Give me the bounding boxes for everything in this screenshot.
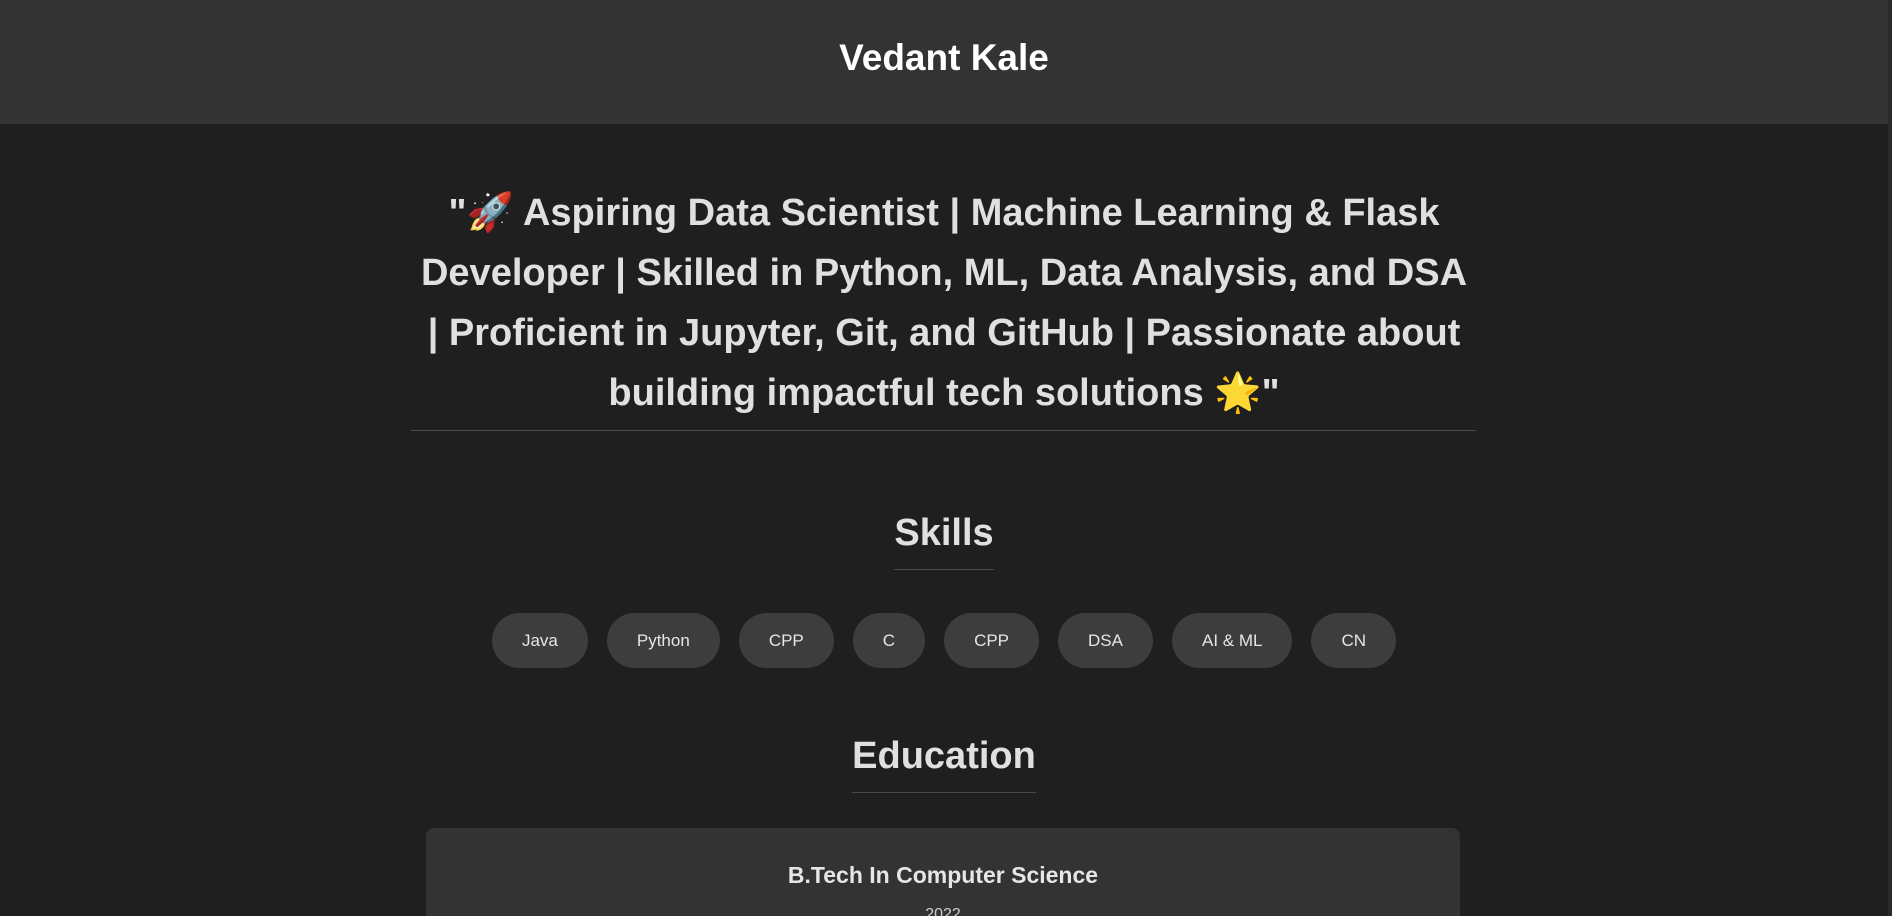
skill-pill-java[interactable]: Java [491, 613, 588, 668]
skills-list: Java Python CPP C CPP DSA AI & ML CN [0, 613, 1888, 668]
skill-pill-cn[interactable]: CN [1311, 613, 1397, 668]
header-name: Vedant Kale [839, 37, 1049, 78]
scrollbar[interactable] [1888, 0, 1892, 916]
skills-section-heading: Skills [0, 512, 1888, 570]
tagline-text: "🚀 Aspiring Data Scientist | Machine Lea… [420, 192, 1468, 414]
skill-pill-python[interactable]: Python [606, 613, 720, 668]
skill-pill-cpp[interactable]: CPP [738, 613, 834, 668]
skill-pill-cpp-2[interactable]: CPP [944, 613, 1040, 668]
skill-pill-ai-ml[interactable]: AI & ML [1172, 613, 1293, 668]
tagline-divider [411, 430, 1476, 431]
education-card: B.Tech In Computer Science 2022 [426, 828, 1460, 916]
site-header: Vedant Kale [0, 0, 1888, 124]
skill-pill-dsa[interactable]: DSA [1058, 613, 1153, 668]
education-title: Education [852, 735, 1036, 793]
skills-title: Skills [894, 512, 994, 570]
education-section-heading: Education [0, 735, 1888, 793]
education-degree: B.Tech In Computer Science [787, 862, 1099, 888]
skill-pill-c[interactable]: C [852, 613, 926, 668]
education-year: 2022 [925, 906, 961, 916]
portfolio-page: Vedant Kale "🚀 Aspiring Data Scientist |… [0, 0, 1892, 916]
